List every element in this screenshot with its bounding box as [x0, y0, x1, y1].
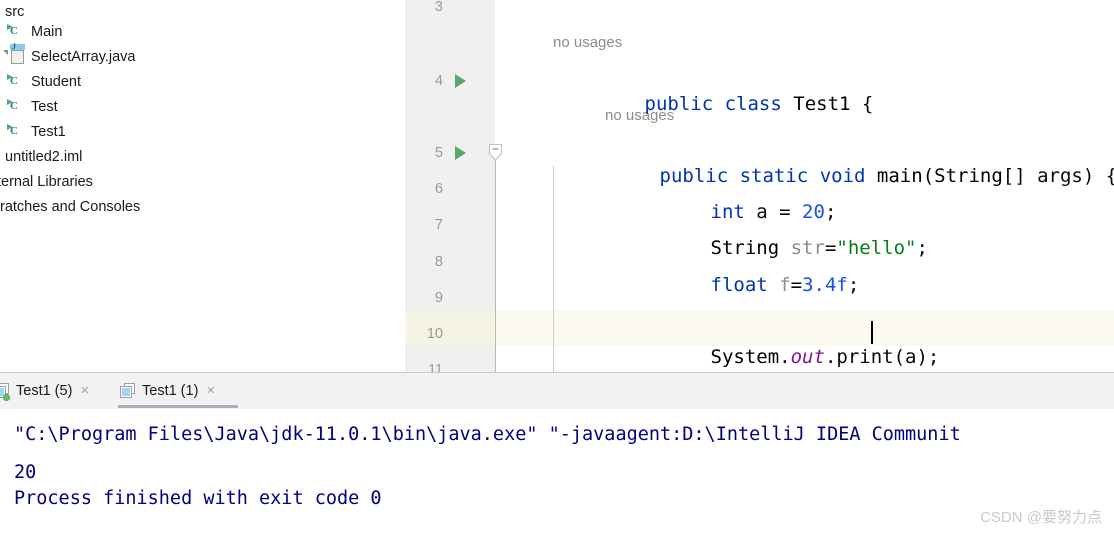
tree-item-label: Test1 [31, 124, 66, 140]
tree-item-external-libraries[interactable]: ternal Libraries [0, 170, 405, 195]
tree-item-test[interactable]: Test [8, 95, 405, 120]
close-icon[interactable]: × [80, 373, 89, 409]
java-class-runnable-icon [10, 99, 27, 116]
code-line-8[interactable]: float f=3.4f; [619, 249, 860, 321]
run-gutter-icon[interactable] [455, 74, 466, 88]
tree-item-label: ratches and Consoles [0, 199, 141, 215]
tree-item-label: untitled2.iml [5, 149, 83, 165]
code-folding-line [495, 160, 496, 372]
line-number: 8 [434, 254, 443, 270]
intellij-idea-window: src Main J SelectArray.java Student Test… [0, 0, 1114, 535]
line-number: 6 [434, 181, 443, 197]
java-class-runnable-icon [10, 74, 27, 91]
java-class-runnable-icon [10, 24, 27, 41]
text-caret [871, 321, 873, 344]
line-number: 7 [434, 217, 443, 233]
selected-tab-underline [118, 405, 238, 408]
code-line-4[interactable]: public class Test1 { [553, 68, 874, 140]
code-line-10[interactable]: System.out.print(a); [619, 321, 940, 372]
tree-item-selectarray[interactable]: J SelectArray.java [3, 43, 405, 70]
line-number: 4 [434, 73, 443, 89]
editor-area: src Main J SelectArray.java Student Test… [0, 0, 1114, 372]
tree-item-label: ternal Libraries [0, 174, 93, 190]
tree-item-label: Student [31, 74, 81, 90]
tree-item-label: Main [31, 24, 63, 40]
line-number: 3 [434, 0, 443, 15]
run-gutter-icon[interactable] [455, 146, 466, 160]
code-editor[interactable]: 3 4 5 6 7 8 9 10 11 no usages no usages [405, 0, 1114, 372]
console-output[interactable]: "C:\Program Files\Java\jdk-11.0.1\bin\ja… [0, 409, 1114, 535]
console-icon [120, 383, 136, 399]
run-tab-label: Test1 (1) [142, 383, 199, 399]
indent-guide [553, 166, 554, 372]
run-tab-test1-1[interactable]: Test1 (1) × [120, 373, 215, 409]
close-icon[interactable]: × [206, 373, 215, 409]
project-tool-window[interactable]: src Main J SelectArray.java Student Test… [0, 0, 405, 372]
tree-item-label: Test [31, 99, 58, 115]
tree-item-test1[interactable]: Test1 [8, 120, 405, 145]
tree-item-student[interactable]: Student [8, 70, 405, 95]
console-line: Process finished with exit code 0 [14, 488, 382, 509]
console-running-icon [0, 383, 10, 401]
run-tab-test1-5[interactable]: Test1 (5) × [0, 373, 89, 409]
run-tool-window-tabbar: Test1 (5) × Test1 (1) × [0, 373, 1114, 409]
code-fold-icon[interactable] [488, 143, 503, 161]
line-number: 5 [434, 145, 443, 161]
tree-item-scratches-and-consoles[interactable]: ratches and Consoles [0, 195, 405, 220]
tree-item-untitled2-iml[interactable]: untitled2.iml [0, 145, 405, 170]
line-number: 11 [427, 362, 443, 372]
run-tab-label: Test1 (5) [16, 383, 73, 399]
line-number: 10 [426, 326, 443, 342]
tree-item-main[interactable]: Main [8, 20, 405, 45]
console-line: "C:\Program Files\Java\jdk-11.0.1\bin\ja… [14, 424, 961, 445]
line-number: 9 [434, 290, 443, 306]
csdn-watermark: CSDN @要努力点 [980, 509, 1102, 526]
tree-item-label: SelectArray.java [31, 49, 136, 65]
inlay-hint-no-usages: no usages [553, 34, 623, 51]
console-line: 20 [14, 462, 37, 483]
java-class-runnable-icon [10, 124, 27, 141]
java-file-icon: J [3, 43, 27, 66]
